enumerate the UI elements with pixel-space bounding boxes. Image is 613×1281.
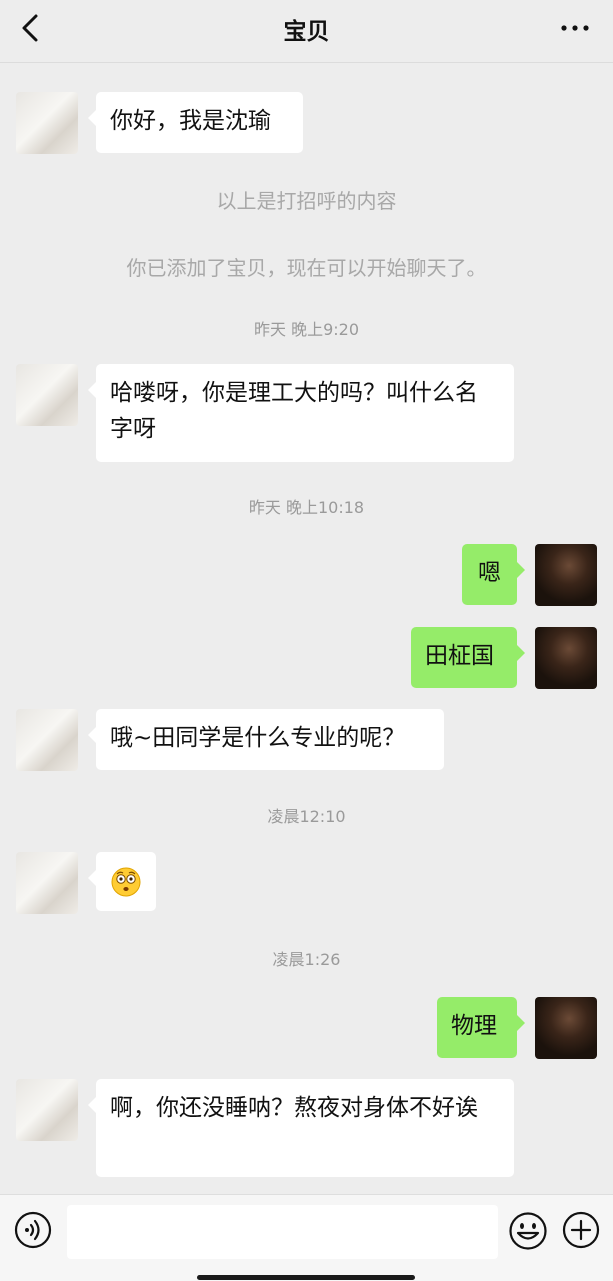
contact-avatar[interactable] (16, 1079, 78, 1141)
my-avatar[interactable] (535, 997, 597, 1059)
chat-title: 宝贝 (283, 19, 330, 45)
message-input[interactable] (67, 1205, 498, 1259)
message-text: 物理 (451, 1013, 497, 1039)
astonished-face-emoji (111, 867, 141, 897)
timestamp: 昨天 晚上10:18 (248, 498, 365, 517)
message-bubble-received[interactable]: 哈喽呀，你是理工大的吗？叫什么名字呀 (88, 364, 514, 462)
my-avatar[interactable] (535, 627, 597, 689)
message-bubble-received[interactable]: 哦~田同学是什么专业的呢？ (88, 709, 444, 770)
timestamp: 凌晨12:10 (267, 807, 346, 826)
message-text: 嗯 (478, 560, 501, 586)
my-avatar[interactable] (535, 544, 597, 606)
more-horizontal-icon[interactable] (559, 20, 591, 36)
message-bubble-received[interactable]: 啊，你还没睡呐？熬夜对身体不好诶 (88, 1079, 514, 1177)
message-bubble-received[interactable] (88, 852, 156, 911)
message-bubble-sent[interactable]: 嗯 (462, 544, 525, 605)
message-bubble-received[interactable]: 你好，我是沈瑜 (88, 92, 303, 153)
smiley-icon[interactable] (508, 1211, 548, 1251)
contact-avatar[interactable] (16, 709, 78, 771)
home-indicator (197, 1275, 415, 1280)
chat-header: 宝贝 (0, 0, 613, 63)
contact-avatar[interactable] (16, 364, 78, 426)
message-bubble-sent[interactable]: 物理 (437, 997, 525, 1058)
message-text: 哈喽呀，你是理工大的吗？叫什么名字呀 (110, 380, 478, 442)
system-notice-greeting: 以上是打招呼的内容 (216, 189, 397, 213)
message-composer (0, 1194, 613, 1281)
message-text: 田柾国 (425, 643, 494, 669)
timestamp: 昨天 晚上9:20 (253, 320, 360, 339)
message-text: 啊，你还没睡呐？熬夜对身体不好诶 (110, 1095, 478, 1121)
contact-avatar[interactable] (16, 92, 78, 154)
contact-avatar[interactable] (16, 852, 78, 914)
message-text: 哦~田同学是什么专业的呢？ (110, 725, 406, 751)
message-bubble-sent[interactable]: 田柾国 (411, 627, 525, 688)
timestamp: 凌晨1:26 (272, 950, 341, 969)
system-notice-added: 你已添加了宝贝，现在可以开始聊天了。 (126, 256, 487, 280)
message-text: 你好，我是沈瑜 (110, 108, 271, 134)
voice-icon[interactable] (14, 1211, 52, 1249)
plus-circle-icon[interactable] (562, 1211, 600, 1249)
